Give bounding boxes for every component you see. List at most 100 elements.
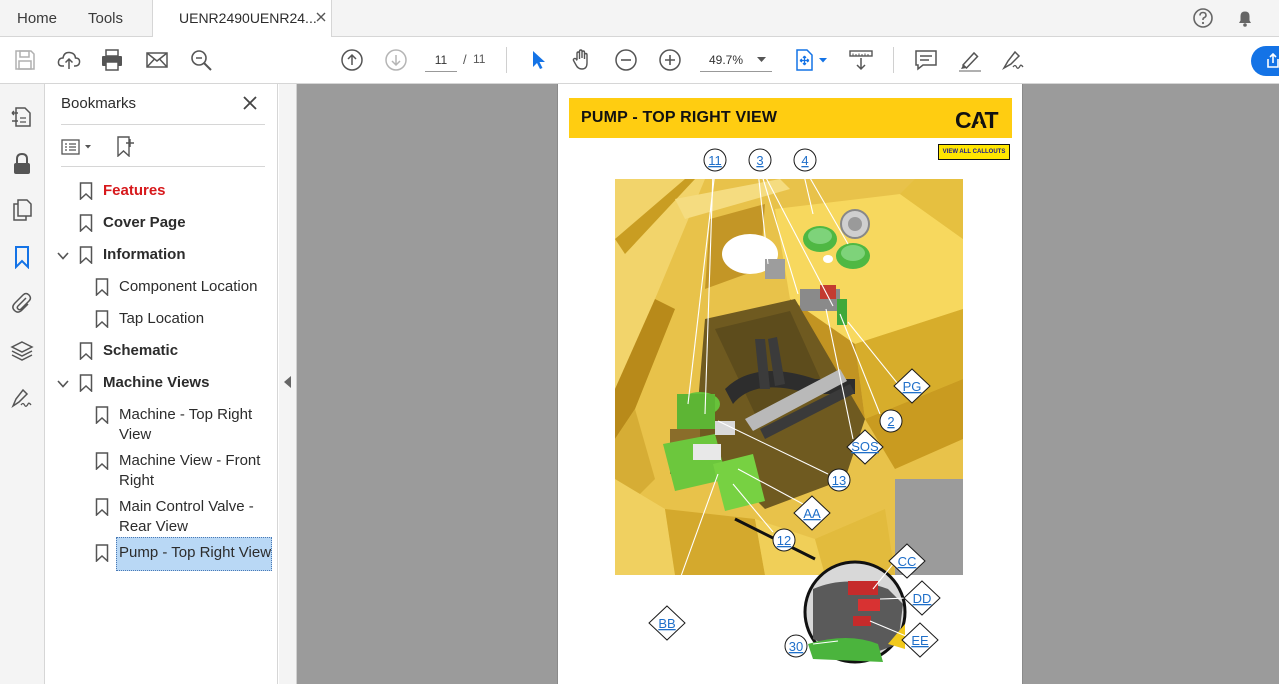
pdf-page: PUMP - TOP RIGHT VIEW CAT VIEW ALL CALLO…: [557, 84, 1023, 684]
scroll-mode-icon[interactable]: [849, 48, 873, 72]
bookmark-label: Schematic: [103, 342, 179, 359]
page-number-input[interactable]: [425, 48, 457, 72]
menu-bar: Home Tools UENR2490UENR24...: [0, 0, 1279, 38]
share-button[interactable]: [1251, 46, 1279, 76]
callout-2: 2: [887, 414, 894, 429]
panel-collapse-handle[interactable]: [279, 84, 297, 684]
bookmark-machine-top-right-view[interactable]: Machine - Top Right View: [95, 405, 275, 449]
share-icon: [1267, 53, 1279, 68]
bookmark-label: Pump - Top Right View: [119, 544, 272, 561]
callout-30: 30: [789, 639, 803, 654]
attachment-icon[interactable]: [10, 291, 34, 315]
bookmark-label: Component Location: [119, 278, 258, 295]
document-tab-title: UENR2490UENR24...: [179, 10, 317, 26]
bookmark-features[interactable]: Features: [79, 181, 259, 203]
zoom-out-icon[interactable]: [614, 48, 638, 72]
bookmark-machine-views[interactable]: Machine Views: [79, 373, 259, 395]
signature-icon[interactable]: [10, 387, 34, 411]
page-up-icon[interactable]: [340, 48, 364, 72]
sign-icon[interactable]: [1001, 48, 1025, 72]
tools-menu[interactable]: Tools: [88, 0, 123, 37]
upload-icon[interactable]: [57, 48, 81, 72]
bookmark-icon[interactable]: [10, 245, 34, 269]
callout-3: 3: [756, 153, 763, 168]
toolbar-divider: [506, 47, 507, 73]
highlight-pen-icon[interactable]: [958, 48, 982, 72]
zoom-level-dropdown[interactable]: 49.7%: [700, 48, 772, 72]
bookmark-label: Main Control Valve - Rear View: [119, 498, 254, 535]
divider: [61, 124, 265, 125]
bookmarks-panel-title: Bookmarks: [61, 95, 137, 112]
bookmark-icon: [95, 544, 109, 562]
hand-icon[interactable]: [570, 48, 594, 72]
document-tab[interactable]: UENR2490UENR24...: [152, 0, 332, 38]
chevron-down-icon: [757, 57, 766, 62]
bookmarks-panel: Bookmarks Features Cover Page Informatio…: [45, 84, 278, 684]
new-bookmark-icon[interactable]: [114, 135, 136, 157]
toolbar-divider: [893, 47, 894, 73]
lock-icon[interactable]: [10, 152, 34, 176]
bookmark-pump-top-right-view[interactable]: Pump - Top Right View: [95, 543, 275, 565]
bookmark-machine-view-front-right[interactable]: Machine View - Front Right: [95, 451, 275, 495]
bookmark-main-control-valve-rear-view[interactable]: Main Control Valve - Rear View: [95, 497, 275, 541]
page-down-icon[interactable]: [384, 48, 408, 72]
chevron-down-icon[interactable]: [56, 249, 70, 263]
bookmark-label: Features: [103, 182, 166, 199]
left-tool-rail: [0, 84, 45, 684]
bookmark-label: Machine View - Front Right: [119, 452, 261, 489]
bookmark-options-icon[interactable]: [61, 138, 97, 156]
total-pages: 11: [473, 52, 486, 66]
divider: [61, 166, 265, 167]
callout-13: 13: [832, 473, 846, 488]
callout-aa: AA: [803, 506, 821, 521]
close-icon[interactable]: [242, 95, 258, 111]
collapse-arrow-icon: [284, 376, 291, 388]
callout-4: 4: [801, 153, 808, 168]
layers-icon[interactable]: [10, 339, 34, 363]
callout-12: 12: [777, 533, 791, 548]
chevron-down-icon[interactable]: [56, 377, 70, 391]
page-separator: /: [463, 52, 467, 67]
fit-page-icon[interactable]: [793, 48, 817, 72]
bookmark-icon: [79, 182, 93, 200]
callout-dd: DD: [913, 591, 932, 606]
callout-cc: CC: [898, 554, 917, 569]
email-icon[interactable]: [145, 48, 169, 72]
bookmark-component-location[interactable]: Component Location: [95, 277, 275, 299]
bookmark-icon: [95, 498, 109, 516]
zoom-level-value: 49.7%: [709, 53, 744, 67]
zoom-in-icon[interactable]: [658, 48, 682, 72]
bookmark-icon: [79, 342, 93, 360]
save-icon[interactable]: [13, 48, 37, 72]
bookmark-icon: [95, 452, 109, 470]
callout-sos: SOS: [851, 439, 879, 454]
document-icon[interactable]: [10, 105, 34, 129]
bookmark-icon: [79, 214, 93, 232]
home-menu[interactable]: Home: [17, 0, 57, 37]
bookmark-label: Machine - Top Right View: [119, 406, 253, 443]
bookmark-icon: [79, 246, 93, 264]
select-arrow-icon[interactable]: [526, 48, 550, 72]
callout-pg: PG: [903, 379, 922, 394]
bookmark-schematic[interactable]: Schematic: [79, 341, 259, 363]
bookmark-information[interactable]: Information: [79, 245, 259, 267]
callout-ee: EE: [911, 633, 929, 648]
bookmark-icon: [95, 278, 109, 296]
callout-11: 11: [708, 153, 722, 168]
print-icon[interactable]: [100, 48, 124, 72]
toolbar: / 11 49.7%: [0, 37, 1279, 84]
bookmark-label: Cover Page: [103, 214, 186, 231]
chevron-down-icon[interactable]: [819, 58, 827, 63]
bell-icon[interactable]: [1234, 7, 1256, 29]
bookmark-cover-page[interactable]: Cover Page: [79, 213, 259, 235]
document-viewer[interactable]: PUMP - TOP RIGHT VIEW CAT VIEW ALL CALLO…: [297, 84, 1279, 684]
bookmark-label: Information: [103, 246, 186, 263]
pages-icon[interactable]: [10, 198, 34, 222]
comment-icon[interactable]: [914, 48, 938, 72]
zoom-search-icon[interactable]: [189, 48, 213, 72]
bookmark-tap-location[interactable]: Tap Location: [95, 309, 275, 331]
help-icon[interactable]: [1192, 7, 1214, 29]
close-icon[interactable]: [313, 9, 329, 25]
bookmark-icon: [95, 310, 109, 328]
bookmark-icon: [79, 374, 93, 392]
